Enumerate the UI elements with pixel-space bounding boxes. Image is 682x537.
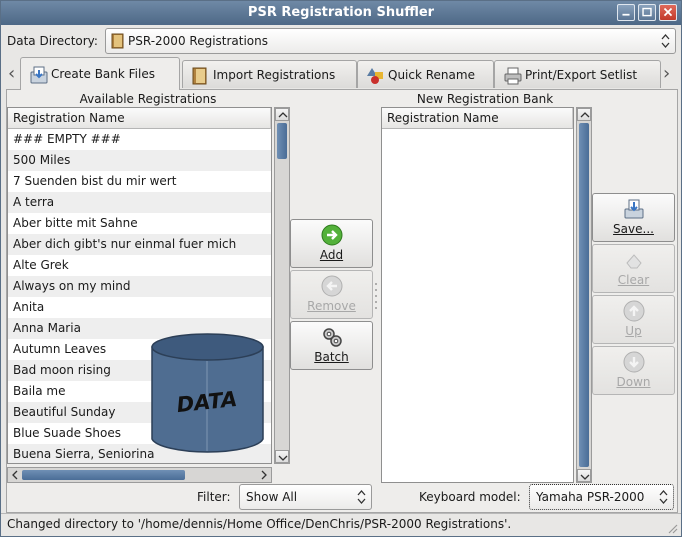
book-icon <box>192 67 207 85</box>
list-item[interactable]: Aber dich gibt's nur einmal fuer mich <box>8 234 271 255</box>
scroll-up-button[interactable] <box>577 108 591 121</box>
tab-label: Create Bank Files <box>51 67 155 81</box>
scroll-down-button[interactable] <box>275 450 289 463</box>
remove-arrow-icon <box>321 275 343 297</box>
save-button[interactable]: Save... <box>592 193 675 242</box>
list-item[interactable]: 500 Miles <box>8 150 271 171</box>
down-button[interactable]: Down <box>592 346 675 395</box>
shapes-icon <box>367 68 383 84</box>
tab-label: Print/Export Setlist <box>525 68 638 82</box>
up-button[interactable]: Up <box>592 295 675 344</box>
batch-button-label: Batch <box>314 350 349 364</box>
new-bank-list[interactable]: Registration Name <box>381 107 574 483</box>
pane-splitter-grip[interactable] <box>374 281 378 311</box>
combo-arrows-icon <box>659 490 668 504</box>
batch-button[interactable]: Batch <box>290 321 373 370</box>
list-item[interactable]: Alte Grek <box>8 255 271 276</box>
list-item[interactable]: ### EMPTY ### <box>8 129 271 150</box>
scroll-down-button[interactable] <box>577 469 591 482</box>
app-window: PSR Registration Shuffler Data Directory… <box>0 0 682 537</box>
tab-label: Import Registrations <box>213 68 336 82</box>
minimize-button[interactable] <box>617 4 635 21</box>
tab-quick-rename[interactable]: Quick Rename <box>357 60 494 88</box>
keyboard-model-value: Yamaha PSR-2000 <box>536 490 645 504</box>
close-button[interactable] <box>659 4 677 21</box>
data-directory-combo[interactable]: PSR-2000 Registrations <box>105 28 676 54</box>
remove-button[interactable]: Remove <box>290 270 373 319</box>
clear-button[interactable]: Clear <box>592 244 675 293</box>
minimize-icon <box>622 13 630 16</box>
new-bank-title: New Registration Bank <box>416 92 554 106</box>
broom-icon <box>626 254 642 269</box>
arrow-down-icon <box>278 455 288 461</box>
new-bank-vscrollbar[interactable] <box>576 107 592 483</box>
down-arrow-icon <box>623 351 645 373</box>
hscroll-thumb[interactable] <box>22 470 185 480</box>
available-column-header[interactable]: Registration Name <box>8 108 271 129</box>
available-vscrollbar[interactable] <box>274 107 290 464</box>
tab-import-registrations[interactable]: Import Registrations <box>182 60 357 88</box>
up-button-label: Up <box>625 324 642 338</box>
tab-print-export-setlist[interactable]: Print/Export Setlist <box>494 60 661 88</box>
maximize-icon <box>642 7 652 17</box>
combo-arrows-icon <box>357 490 366 504</box>
scroll-up-button[interactable] <box>275 108 289 121</box>
window-title: PSR Registration Shuffler <box>247 5 435 20</box>
tab-create-bank-files[interactable]: Create Bank Files <box>20 57 180 90</box>
status-bar: Changed directory to '/home/dennis/Home … <box>1 513 681 536</box>
arrow-down-icon <box>580 474 590 480</box>
scroll-thumb[interactable] <box>579 123 589 467</box>
window-controls <box>617 4 677 21</box>
arrow-up-icon <box>580 112 590 118</box>
list-item[interactable]: 7 Suenden bist du mir wert <box>8 171 271 192</box>
up-arrow-icon <box>623 300 645 322</box>
keyboard-model-combo[interactable]: Yamaha PSR-2000 <box>529 484 674 510</box>
filter-label: Filter: <box>197 490 231 504</box>
data-directory-value: PSR-2000 Registrations <box>128 34 269 48</box>
database-cylinder-icon: DATA <box>151 333 264 453</box>
list-item[interactable]: Anita <box>8 297 271 318</box>
resize-grip-icon[interactable] <box>666 522 678 534</box>
arrow-right-icon[interactable] <box>259 469 269 481</box>
maximize-button[interactable] <box>638 4 656 21</box>
available-hscrollbar[interactable] <box>7 467 272 483</box>
combo-arrows-icon <box>661 34 670 48</box>
save-tray-icon <box>624 199 644 219</box>
filter-value: Show All <box>246 490 298 504</box>
add-arrow-icon <box>321 224 343 246</box>
data-directory-label: Data Directory: <box>7 34 98 48</box>
close-icon <box>663 7 673 17</box>
available-title: Available Registrations <box>79 92 217 106</box>
list-item[interactable]: Always on my mind <box>8 276 271 297</box>
arrow-left-icon[interactable] <box>10 469 20 481</box>
title-bar[interactable]: PSR Registration Shuffler <box>1 1 681 25</box>
tab-label: Quick Rename <box>388 68 475 82</box>
tab-scroll-right-icon[interactable]: › <box>663 63 670 84</box>
save-button-label: Save... <box>613 222 654 236</box>
gears-icon <box>323 328 342 347</box>
bank-file-icon <box>30 66 48 84</box>
printer-icon <box>504 67 522 85</box>
new-bank-column-header[interactable]: Registration Name <box>382 108 573 129</box>
arrow-up-icon <box>278 112 288 118</box>
clear-button-label: Clear <box>617 273 650 287</box>
add-button-label: Add <box>319 248 344 262</box>
filter-combo[interactable]: Show All <box>239 484 372 510</box>
keyboard-model-label: Keyboard model: <box>419 490 521 504</box>
tab-scroll-left-icon[interactable]: ‹ <box>8 63 15 84</box>
scroll-thumb[interactable] <box>277 123 287 159</box>
down-button-label: Down <box>616 375 651 389</box>
status-text: Changed directory to '/home/dennis/Home … <box>7 517 512 531</box>
add-button[interactable]: Add <box>290 219 373 268</box>
list-item[interactable]: Aber bitte mit Sahne <box>8 213 271 234</box>
list-item[interactable]: A terra <box>8 192 271 213</box>
remove-button-label: Remove <box>307 299 356 313</box>
folder-book-icon <box>111 33 124 49</box>
